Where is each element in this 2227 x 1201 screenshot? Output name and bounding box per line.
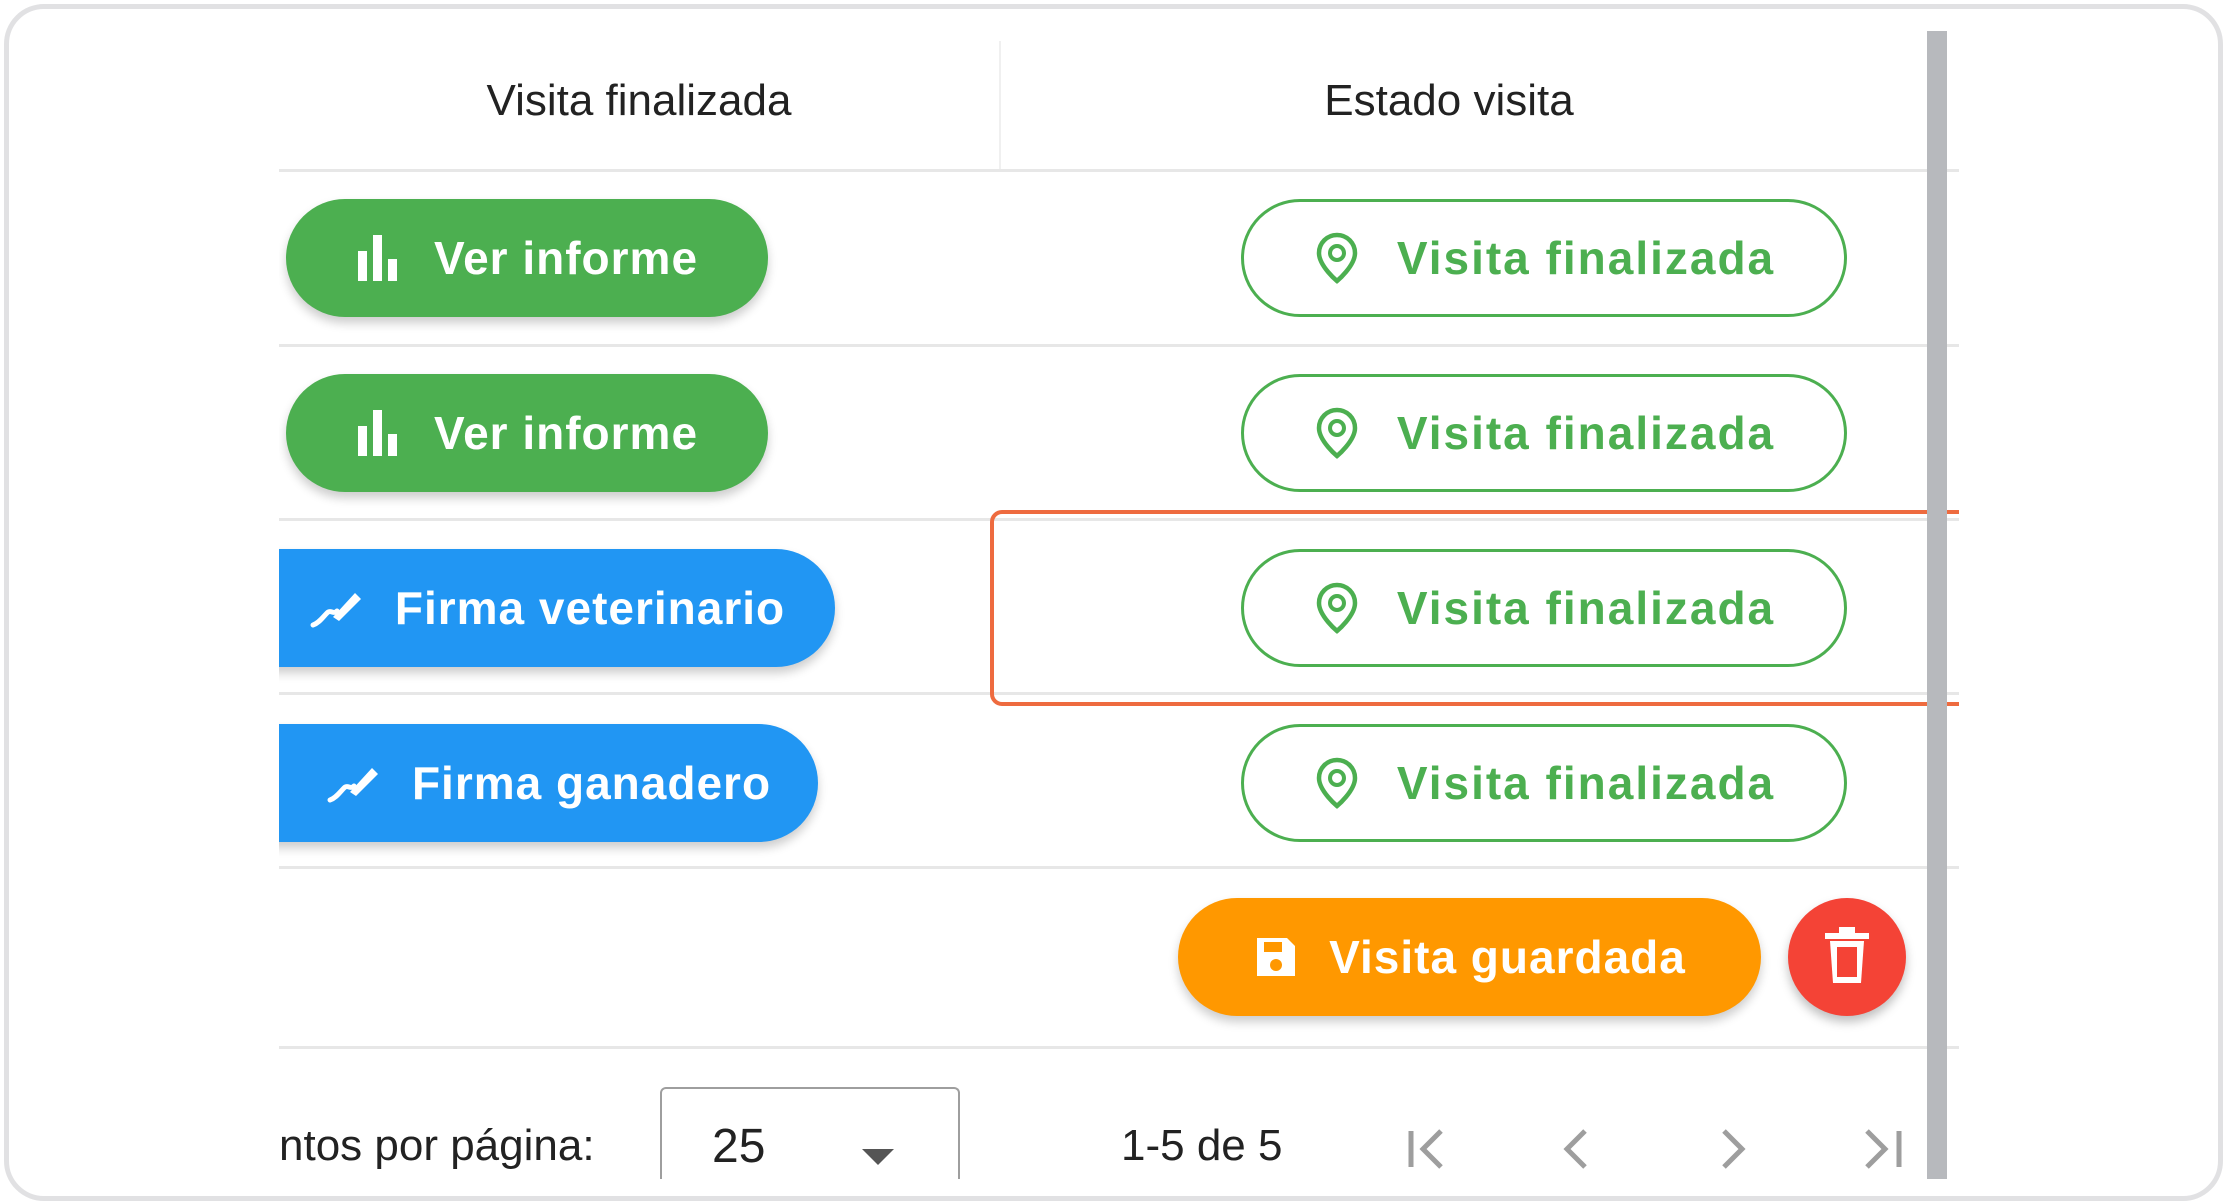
rows-per-page-select[interactable]: 25 [660, 1087, 960, 1179]
chevron-down-icon [862, 1149, 894, 1165]
save-icon [1253, 934, 1299, 980]
firma-veterinario-button[interactable]: Firma veterinario [279, 549, 835, 667]
bar-chart-icon [356, 410, 404, 456]
map-marker-icon [1313, 232, 1361, 284]
signature-icon [309, 585, 365, 631]
first-page-button[interactable] [1397, 1119, 1457, 1179]
row-divider [279, 169, 1959, 172]
ver-informe-button[interactable]: Ver informe [286, 374, 768, 492]
table-viewport: Visita finalizada Estado visita Ver info… [279, 31, 1959, 1179]
visita-finalizada-label: Visita finalizada [1396, 757, 1776, 809]
pagination-range: 1-5 de 5 [1121, 1121, 1283, 1170]
row-divider [279, 1046, 1959, 1049]
visita-finalizada-status-button[interactable]: Visita finalizada [1241, 374, 1847, 492]
previous-page-button[interactable] [1547, 1119, 1607, 1179]
map-marker-icon [1313, 407, 1361, 459]
ver-informe-label: Ver informe [433, 407, 699, 459]
visita-finalizada-status-button[interactable]: Visita finalizada [1241, 724, 1847, 842]
visita-guardada-button[interactable]: Visita guardada [1178, 898, 1761, 1016]
last-page-button[interactable] [1855, 1119, 1915, 1179]
firma-veterinario-label: Firma veterinario [394, 582, 786, 634]
next-page-button[interactable] [1702, 1119, 1762, 1179]
ver-informe-label: Ver informe [433, 232, 699, 284]
row-divider [279, 344, 1959, 347]
column-header-visita-finalizada[interactable]: Visita finalizada [279, 31, 999, 171]
column-header-estado-visita[interactable]: Estado visita [999, 31, 1899, 171]
firma-ganadero-label: Firma ganadero [411, 757, 772, 809]
map-marker-icon [1313, 757, 1361, 809]
firma-ganadero-button[interactable]: Firma ganadero [279, 724, 818, 842]
visita-guardada-label: Visita guardada [1329, 931, 1686, 983]
rows-per-page-label: ntos por página: [279, 1121, 595, 1170]
delete-button[interactable] [1788, 898, 1906, 1016]
visita-finalizada-status-button[interactable]: Visita finalizada [1241, 199, 1847, 317]
ver-informe-button[interactable]: Ver informe [286, 199, 768, 317]
vertical-scrollbar[interactable] [1927, 31, 1947, 1179]
highlight-box [990, 510, 1959, 706]
row-divider [279, 866, 1959, 869]
bar-chart-icon [356, 235, 404, 281]
trash-icon [1823, 926, 1871, 988]
signature-icon [326, 760, 382, 806]
visita-finalizada-label: Visita finalizada [1396, 407, 1776, 459]
rows-per-page-value: 25 [712, 1120, 766, 1173]
screenshot-frame: Visita finalizada Estado visita Ver info… [4, 4, 2223, 1201]
visita-finalizada-label: Visita finalizada [1396, 232, 1776, 284]
